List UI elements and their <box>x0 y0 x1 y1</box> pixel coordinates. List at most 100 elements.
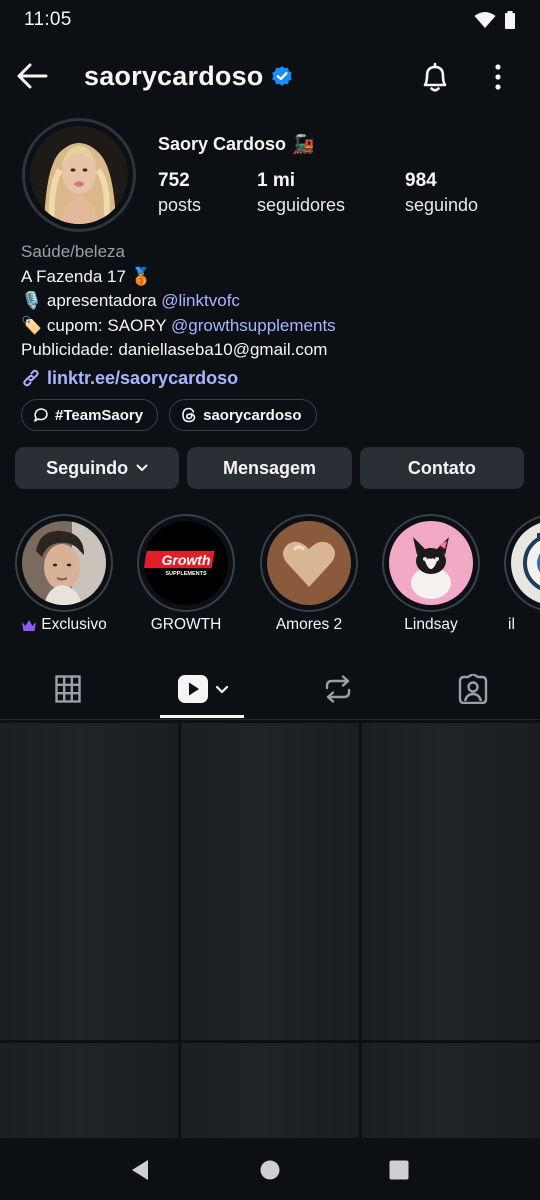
bio-line-2: 🎙️ apresentadora @linktvofc <box>21 289 521 314</box>
bio-link[interactable]: linktr.ee/saorycardoso <box>21 366 521 391</box>
highlight-exclusivo-cover <box>22 521 106 605</box>
more-vertical-icon <box>495 64 501 90</box>
tab-posts-grid[interactable] <box>0 660 135 718</box>
mention-linktvofc[interactable]: @linktvofc <box>161 291 240 310</box>
tagged-person-icon <box>458 674 487 704</box>
circle-home-icon <box>260 1160 280 1180</box>
repost-icon <box>325 675 350 703</box>
highlight-partial-label: il <box>508 616 515 633</box>
hashtag-chip[interactable]: #TeamSaory <box>21 399 159 431</box>
bio: Saúde/beleza A Fazenda 17 🥉 🎙️ apresenta… <box>21 240 521 390</box>
highlight-exclusivo-ring <box>15 514 113 612</box>
square-recents-icon <box>389 1160 409 1180</box>
bio-line-1: A Fazenda 17 🥉 <box>21 266 152 286</box>
bio-line-3-text: 🏷️ cupom: SAORY <box>21 315 171 335</box>
bell-icon <box>423 62 447 92</box>
battery-icon <box>505 11 515 29</box>
wifi-icon <box>474 12 496 28</box>
following-button[interactable]: Seguindo <box>15 447 180 489</box>
highlight-lindsay-ring <box>382 514 480 612</box>
highlight-exclusivo-text: Exclusivo <box>41 616 107 633</box>
highlight-amores-2-label: Amores 2 <box>275 616 343 633</box>
status-icons <box>474 11 516 29</box>
message-button-label: Mensagem <box>222 457 317 478</box>
verified-badge-icon <box>272 66 293 86</box>
stat-following-value: 984 <box>405 170 437 191</box>
hashtag-chip-label: #TeamSaory <box>55 406 144 424</box>
threads-icon <box>182 407 196 423</box>
tab-reposts[interactable] <box>270 660 405 718</box>
story-highlights: Exclusivo Growth SUPPLEMENTS GROWTH Amor… <box>0 514 540 644</box>
broadcast-channel-icon <box>34 408 48 422</box>
profile-chips: #TeamSaory saorycardoso <box>21 399 317 431</box>
grid-item[interactable] <box>362 1043 540 1141</box>
grid-item[interactable] <box>181 1043 359 1141</box>
highlight-partial[interactable]: il <box>504 514 540 634</box>
highlight-growth[interactable]: Growth SUPPLEMENTS GROWTH <box>137 514 235 634</box>
contact-button[interactable]: Contato <box>359 447 524 489</box>
chevron-down-icon <box>136 464 148 471</box>
profile-tabs <box>0 660 540 720</box>
highlight-exclusivo[interactable]: Exclusivo <box>15 514 113 634</box>
tab-reels[interactable] <box>135 660 270 718</box>
bio-link-text: linktr.ee/saorycardoso <box>47 367 239 388</box>
threads-chip-label: saorycardoso <box>203 406 302 424</box>
stat-following-label: seguindo <box>405 195 479 215</box>
display-name: Saory Cardoso <box>158 134 287 154</box>
contact-button-label: Contato <box>407 457 476 478</box>
bio-line-2-text: 🎙️ apresentadora <box>21 291 162 310</box>
grid-icon <box>54 675 81 703</box>
bio-line-3: 🏷️ cupom: SAORY @growthsupplements <box>21 314 521 339</box>
username: saorycardoso <box>84 60 264 91</box>
profile-header: saorycardoso <box>0 48 540 104</box>
more-options-button[interactable] <box>482 58 514 96</box>
profile-avatar[interactable] <box>30 126 128 224</box>
grid-item[interactable] <box>0 1043 178 1141</box>
back-button[interactable] <box>14 58 50 94</box>
notifications-button[interactable] <box>416 58 454 96</box>
profile-avatar-ring[interactable] <box>22 118 136 232</box>
growth-logo-subtext: SUPPLEMENTS <box>165 571 207 577</box>
bio-line-4: Publicidade: daniellaseba10@gmail.com <box>21 340 328 359</box>
triangle-back-icon <box>132 1160 148 1180</box>
highlight-exclusivo-label: Exclusivo <box>15 616 113 634</box>
grid-item[interactable] <box>181 723 359 1040</box>
reels-play-icon <box>177 675 208 703</box>
link-icon <box>23 369 39 387</box>
grid-item[interactable] <box>362 723 540 1040</box>
display-name-row: Saory Cardoso 🚂 <box>158 134 314 155</box>
highlight-lindsay-cover <box>389 521 473 605</box>
crown-icon <box>22 619 37 631</box>
stat-followers[interactable]: 1 mi seguidores <box>257 170 345 218</box>
reels-grid <box>0 721 540 1141</box>
growth-logo-text: Growth <box>162 552 211 568</box>
display-name-emoji: 🚂 <box>292 134 315 154</box>
highlight-lindsay-label: Lindsay <box>404 616 458 633</box>
system-navigation-bar <box>0 1138 540 1200</box>
message-button[interactable]: Mensagem <box>187 447 352 489</box>
highlight-growth-cover: Growth SUPPLEMENTS <box>144 521 228 605</box>
mention-growthsupplements[interactable]: @growthsupplements <box>171 316 336 335</box>
nav-recents-button[interactable] <box>383 1156 415 1184</box>
status-time: 11:05 <box>24 9 72 30</box>
stat-followers-label: seguidores <box>257 195 346 215</box>
highlight-growth-label: GROWTH <box>150 616 222 633</box>
stat-following[interactable]: 984 seguindo <box>405 170 478 218</box>
highlight-lindsay[interactable]: Lindsay <box>382 514 480 634</box>
status-bar: 11:05 <box>0 0 540 40</box>
nav-home-button[interactable] <box>254 1156 286 1184</box>
highlight-amores-2-ring <box>260 514 358 612</box>
highlight-amores-2[interactable]: Amores 2 <box>260 514 358 634</box>
highlight-partial-ring <box>504 514 540 612</box>
nav-back-button[interactable] <box>124 1156 156 1184</box>
stat-followers-value: 1 mi <box>257 170 296 191</box>
grid-item[interactable] <box>0 723 178 1040</box>
stat-posts[interactable]: 752 posts <box>158 170 201 218</box>
highlight-amores-2-cover <box>267 521 351 605</box>
stat-posts-label: posts <box>158 195 202 215</box>
bio-category: Saúde/beleza <box>21 242 125 261</box>
chevron-down-icon <box>215 685 228 693</box>
highlight-partial-cover <box>511 521 540 605</box>
tab-tagged[interactable] <box>405 660 540 718</box>
threads-chip[interactable]: saorycardoso <box>169 399 317 431</box>
